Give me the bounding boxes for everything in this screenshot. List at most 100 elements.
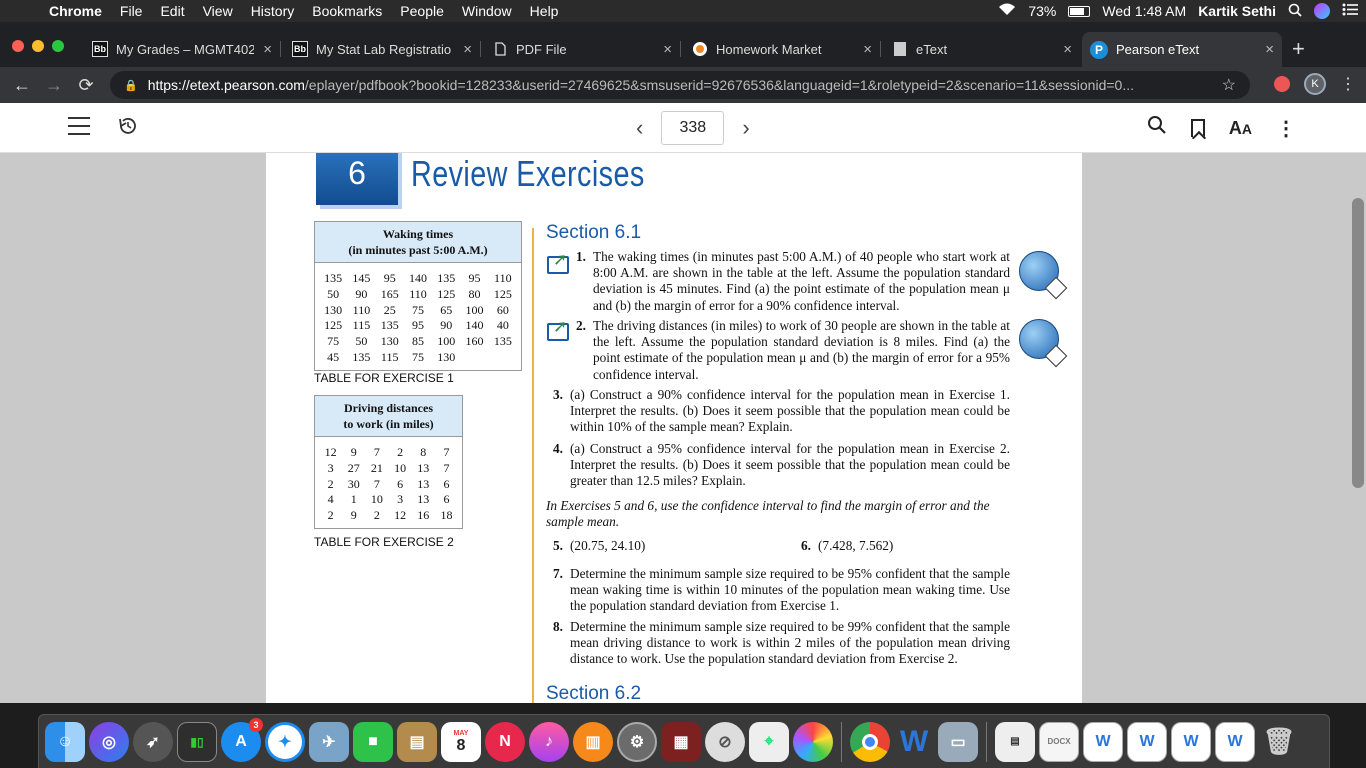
share-exercise-icon[interactable]: [547, 250, 569, 274]
reload-button[interactable]: ⟳: [70, 75, 102, 96]
calendar-icon[interactable]: MAY 8: [441, 721, 481, 762]
menu-people[interactable]: People: [391, 3, 453, 19]
reader-scrollbar[interactable]: [1350, 153, 1366, 703]
menu-bookmarks[interactable]: Bookmarks: [303, 3, 391, 19]
new-tab-button[interactable]: +: [1292, 36, 1305, 62]
books-icon[interactable]: ▥: [573, 721, 613, 762]
profile-avatar[interactable]: K: [1304, 73, 1326, 95]
close-tab-icon[interactable]: ×: [863, 41, 872, 58]
bookmark-icon[interactable]: [1190, 119, 1205, 137]
close-tab-icon[interactable]: ×: [1265, 41, 1274, 58]
word-doc-thumbnail-icon[interactable]: W: [1215, 721, 1255, 762]
exercise-2: 2. The driving distances (in miles) to w…: [576, 318, 1010, 383]
bookmark-star-icon[interactable]: ☆: [1222, 75, 1236, 95]
word-icon[interactable]: W: [894, 722, 934, 762]
chrome-icon[interactable]: [850, 721, 890, 762]
address-bar[interactable]: 🔒 https://etext.pearson.com/eplayer/pdfb…: [110, 71, 1250, 99]
word-doc-thumbnail-icon[interactable]: W: [1083, 721, 1123, 762]
tab-homework-market[interactable]: Homework Market ×: [684, 35, 881, 63]
menu-edit[interactable]: Edit: [151, 3, 193, 19]
table-body: 135 145 95 140 135 95 110 50 90 165 110 125 80 125 130…: [315, 263, 521, 370]
chrome-menu-icon[interactable]: ⋮: [1340, 74, 1356, 94]
menu-window[interactable]: Window: [453, 3, 521, 19]
zoom-window-button[interactable]: [52, 40, 64, 52]
pearson-icon: P: [1090, 40, 1108, 59]
tab-etext[interactable]: eText ×: [884, 35, 1080, 63]
menu-app-name[interactable]: Chrome: [40, 3, 111, 19]
system-preferences-icon[interactable]: ⚙: [617, 721, 657, 762]
next-page-button[interactable]: ›: [742, 115, 749, 141]
photos-icon[interactable]: [793, 721, 833, 762]
share-exercise-icon[interactable]: [547, 317, 569, 341]
siri-dock-icon[interactable]: ◎: [89, 721, 129, 762]
news-icon[interactable]: N: [485, 721, 525, 762]
table-cell: 110: [409, 286, 427, 301]
menu-view[interactable]: View: [194, 3, 242, 19]
table-row: 75 50 130 85 100 160 135: [315, 334, 521, 350]
history-icon[interactable]: [118, 116, 138, 142]
table-cell: 100: [465, 302, 484, 317]
reader-area[interactable]: 6 Review Exercises Waking times (in minu…: [0, 153, 1366, 703]
menu-user[interactable]: Kartik Sethi: [1198, 3, 1276, 19]
word-doc-thumbnail-icon[interactable]: W: [1127, 721, 1167, 762]
search-icon[interactable]: [1147, 115, 1167, 141]
lock-icon[interactable]: 🔒: [124, 79, 138, 92]
blackboard-icon: Bb: [92, 41, 108, 57]
music-icon[interactable]: ♪: [529, 721, 569, 762]
tab-pearson-etext[interactable]: P Pearson eText ×: [1082, 32, 1282, 67]
finder-icon[interactable]: ☺: [45, 721, 85, 762]
menu-clock[interactable]: Wed 1:48 AM: [1102, 3, 1186, 19]
close-tab-icon[interactable]: ×: [663, 41, 672, 58]
globe-tutorial-icon[interactable]: [1019, 319, 1059, 359]
close-tab-icon[interactable]: ×: [1063, 41, 1072, 58]
close-tab-icon[interactable]: ×: [263, 41, 272, 58]
table-row: 4 1 10 3 13 6: [315, 492, 462, 508]
tab-stat-lab[interactable]: Bb My Stat Lab Registratio ×: [284, 35, 481, 63]
exercise-text: (20.75, 24.10): [570, 538, 646, 553]
app-store-icon[interactable]: A3: [221, 717, 263, 762]
safari-icon[interactable]: ✦: [265, 721, 305, 762]
tab-my-grades[interactable]: Bb My Grades – MGMT402 ×: [84, 35, 281, 63]
contacts-icon[interactable]: ▤: [397, 721, 437, 762]
photo-booth-icon[interactable]: ▦: [661, 721, 701, 762]
battery-icon[interactable]: [1068, 5, 1091, 17]
facetime-icon[interactable]: ■: [353, 721, 393, 762]
word-doc-thumbnail-icon[interactable]: W: [1171, 721, 1211, 762]
globe-tutorial-icon[interactable]: [1019, 251, 1059, 291]
downloads-stack-icon[interactable]: ▤: [995, 721, 1035, 762]
previous-page-button[interactable]: ‹: [636, 115, 643, 141]
table-header-line: to work (in miles): [343, 417, 434, 431]
wifi-icon[interactable]: [998, 3, 1016, 19]
tab-pdf-file[interactable]: PDF File ×: [484, 35, 681, 63]
more-options-icon[interactable]: ⋮: [1276, 116, 1296, 141]
trash-icon[interactable]: 🗑: [1259, 722, 1299, 762]
page-number-input[interactable]: 338: [661, 111, 725, 145]
close-tab-icon[interactable]: ×: [463, 41, 472, 58]
menu-help[interactable]: Help: [521, 3, 568, 19]
no-entry-app-icon[interactable]: ⊘: [705, 721, 745, 762]
preview-icon[interactable]: ✈: [309, 721, 349, 762]
notification-center-icon[interactable]: [1342, 3, 1358, 19]
siri-icon[interactable]: [1314, 3, 1330, 19]
minimize-window-button[interactable]: [32, 40, 44, 52]
menu-hamburger-icon[interactable]: [68, 117, 90, 141]
battery-percent[interactable]: 73%: [1028, 3, 1056, 19]
image-file-icon[interactable]: ▭: [938, 721, 978, 762]
forward-button[interactable]: →: [38, 75, 70, 96]
page-navigator: ‹ 338 ›: [636, 111, 750, 145]
menu-file[interactable]: File: [111, 3, 152, 19]
maps-icon[interactable]: ⌖: [749, 721, 789, 762]
menu-history[interactable]: History: [242, 3, 304, 19]
table-row: 12 9 7 2 8 7: [315, 445, 462, 461]
extension-icon[interactable]: [1274, 76, 1290, 92]
table-cell: 135: [380, 318, 399, 333]
docx-file-icon[interactable]: DOCX: [1039, 721, 1079, 762]
close-window-button[interactable]: [12, 40, 24, 52]
spotlight-search-icon[interactable]: [1288, 3, 1302, 20]
text-size-icon[interactable]: AA: [1229, 118, 1252, 139]
table-header-line: Waking times: [382, 227, 454, 241]
activity-monitor-icon[interactable]: ▮▯: [177, 721, 217, 762]
launchpad-icon[interactable]: ➶: [133, 721, 173, 762]
table-cell: 12: [324, 445, 337, 459]
back-button[interactable]: ←: [6, 75, 38, 96]
